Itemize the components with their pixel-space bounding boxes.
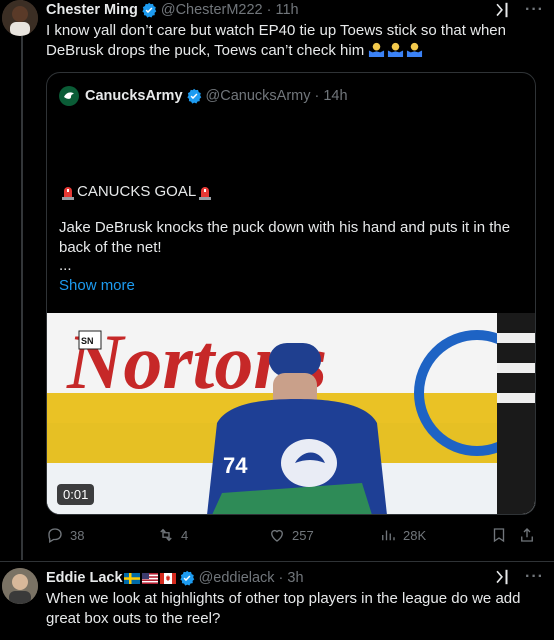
- rotating-light-emoji-icon: [199, 187, 212, 200]
- verified-badge-icon: [142, 2, 157, 18]
- person-shrugging-emoji-icon: [388, 42, 404, 58]
- verified-badge-icon: [186, 88, 201, 104]
- tweet-header: Eddie Lack @eddielack · 3h: [46, 568, 304, 588]
- repost-count: 4: [181, 527, 189, 543]
- share-button[interactable]: [518, 526, 536, 544]
- heart-icon: [271, 529, 283, 542]
- quoted-author-name[interactable]: CanucksArmy: [85, 88, 183, 104]
- tweet-top-actions: ···: [493, 568, 544, 586]
- avatar[interactable]: [2, 568, 38, 604]
- quoted-avatar[interactable]: [59, 86, 79, 106]
- jersey-number: 74: [223, 453, 248, 478]
- reply-count: 38: [70, 527, 85, 543]
- tweet-text: When we look at highlights of other top …: [46, 590, 521, 627]
- quoted-tweet[interactable]: CanucksArmy @CanucksArmy · 14h CANUCKS G…: [46, 72, 536, 515]
- quoted-tweet-header: CanucksArmy @CanucksArmy · 14h: [59, 86, 348, 106]
- separator-dot: ·: [278, 570, 284, 586]
- usa-flag-icon: [141, 572, 158, 584]
- video-player[interactable]: Nortons SN 74 0:01: [47, 313, 535, 514]
- repost-button[interactable]: 4: [157, 526, 188, 544]
- headline-text: CANUCKS GOAL: [77, 183, 197, 200]
- broadcaster-logo: SN: [81, 336, 94, 346]
- quoted-headline: CANUCKS GOAL: [59, 182, 214, 202]
- author-handle[interactable]: @eddielack: [199, 570, 275, 586]
- bookmark-icon: [493, 528, 505, 543]
- name-flags: [123, 572, 176, 584]
- person-shrugging-emoji-icon: [407, 42, 423, 58]
- truncation-ellipsis: ...: [59, 257, 72, 274]
- repost-icon: [160, 528, 172, 542]
- tweet-divider: [0, 561, 554, 562]
- quoted-author-handle[interactable]: @CanucksArmy: [206, 88, 311, 104]
- avatar[interactable]: [2, 0, 38, 36]
- person-shrugging-emoji-icon: [369, 42, 385, 58]
- sweden-flag-icon: [123, 572, 140, 584]
- show-more-link[interactable]: Show more: [59, 276, 135, 296]
- canada-flag-icon: [159, 572, 176, 584]
- avatar-image: [2, 568, 38, 604]
- separator-dot: ·: [266, 2, 272, 18]
- tweet-top-actions: ···: [493, 1, 544, 19]
- tweet-body: I know yall don’t care but watch EP40 ti…: [46, 21, 536, 61]
- grok-icon[interactable]: [493, 568, 511, 586]
- more-options-icon[interactable]: ···: [525, 1, 544, 19]
- reply-icon: [48, 528, 62, 543]
- author-name[interactable]: Chester Ming: [46, 2, 138, 18]
- verified-badge-icon: [179, 570, 194, 586]
- more-options-icon[interactable]: ···: [525, 568, 544, 586]
- reply-button[interactable]: 38: [46, 526, 84, 544]
- author-handle[interactable]: @ChesterM222: [161, 2, 263, 18]
- avatar-image: [2, 0, 38, 36]
- like-count: 257: [292, 527, 314, 543]
- separator-dot: ·: [314, 88, 320, 104]
- views-button[interactable]: 28K: [379, 526, 426, 544]
- author-name[interactable]: Eddie Lack: [46, 570, 123, 586]
- share-icon: [521, 528, 533, 542]
- rotating-light-emoji-icon: [62, 187, 74, 200]
- thread-connector-line: [21, 0, 23, 560]
- timestamp[interactable]: 11h: [275, 2, 298, 18]
- tweet-header: Chester Ming @ChesterM222 · 11h: [46, 0, 299, 20]
- grok-icon[interactable]: [493, 1, 511, 19]
- bookmark-button[interactable]: [490, 526, 508, 544]
- video-timecode: 0:01: [57, 484, 95, 505]
- tweet-text: I know yall don’t care but watch EP40 ti…: [46, 22, 506, 59]
- like-button[interactable]: 257: [268, 526, 314, 544]
- view-count: 28K: [403, 527, 427, 543]
- timestamp[interactable]: 3h: [287, 570, 303, 586]
- quoted-timestamp[interactable]: 14h: [323, 88, 347, 104]
- emoji-group: [368, 41, 423, 58]
- analytics-icon: [382, 530, 395, 541]
- video-frame: Nortons SN 74: [47, 313, 535, 514]
- quoted-body-text: Jake DeBrusk knocks the puck down with h…: [59, 219, 511, 256]
- tweet-action-bar: 38 4 257 28K: [46, 526, 536, 546]
- canucks-army-logo-icon: [64, 92, 74, 99]
